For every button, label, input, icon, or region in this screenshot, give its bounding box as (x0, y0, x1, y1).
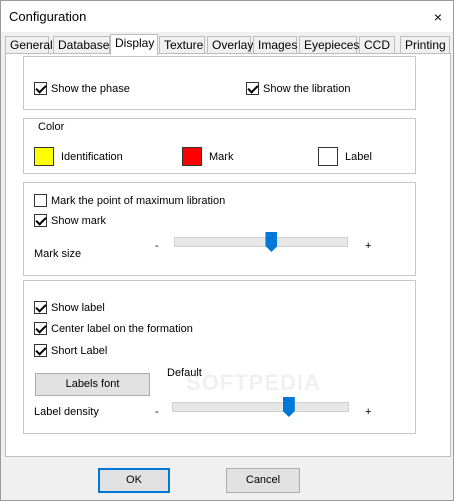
show-mark-label: Show mark (51, 214, 107, 227)
label-density-min-symbol: - (155, 406, 159, 418)
title-bar: Configuration × (1, 1, 453, 32)
mark-size-label: Mark size (34, 248, 82, 260)
tab-database[interactable]: Database (53, 36, 110, 54)
phase-group: Show the phase Show the libration (23, 56, 416, 110)
show-mark-checkbox[interactable]: Show mark (34, 214, 106, 227)
label-density-slider-thumb[interactable] (282, 397, 295, 417)
tab-printing[interactable]: Printing (400, 36, 450, 54)
show-phase-checkbox[interactable]: Show the phase (34, 82, 130, 95)
show-libration-check-icon[interactable] (246, 82, 259, 95)
short-label-checkbox[interactable]: Short Label (34, 344, 107, 357)
mark-size-slider-track[interactable] (174, 237, 348, 247)
mark-size-max-symbol: + (365, 240, 372, 252)
identification-label: Identification (61, 151, 123, 163)
identification-color-swatch[interactable] (34, 147, 54, 166)
max-libration-check-icon[interactable] (34, 194, 47, 207)
tab-general[interactable]: General (5, 36, 53, 54)
window-title: Configuration (9, 9, 87, 24)
mark-color-label: Mark (209, 151, 234, 163)
show-libration-checkbox[interactable]: Show the libration (246, 82, 350, 95)
label-color-label: Label (345, 151, 372, 163)
tab-images[interactable]: Images (253, 36, 297, 54)
softpedia-watermark: SOFTPEDIA (186, 370, 321, 395)
cancel-button[interactable]: Cancel (226, 468, 300, 493)
label-density-max-symbol: + (365, 406, 372, 418)
color-group: Color Identification Mark Label (23, 118, 416, 174)
close-icon[interactable]: × (423, 1, 453, 32)
tab-eyepieces[interactable]: Eyepieces (299, 36, 359, 54)
show-label-check-icon[interactable] (34, 301, 47, 314)
configuration-window: Configuration × General Database Display… (0, 0, 454, 501)
center-label-label: Center label on the formation (51, 322, 193, 335)
mark-size-slider-thumb[interactable] (265, 232, 278, 252)
label-group: Show label Center label on the formation… (23, 280, 416, 434)
center-label-checkbox[interactable]: Center label on the formation (34, 322, 193, 335)
show-phase-check-icon[interactable] (34, 82, 47, 95)
label-density-label: Label density (34, 406, 99, 418)
tab-display[interactable]: Display (110, 34, 158, 55)
labels-font-button[interactable]: Labels font (35, 373, 150, 396)
show-phase-label: Show the phase (51, 82, 130, 95)
show-libration-label: Show the libration (263, 82, 351, 95)
mark-color-swatch[interactable] (182, 147, 202, 166)
tab-texture[interactable]: Texture (159, 36, 205, 54)
tab-ccd[interactable]: CCD (359, 36, 395, 54)
mark-size-min-symbol: - (155, 240, 159, 252)
max-libration-checkbox[interactable]: Mark the point of maximum libration (34, 194, 225, 207)
display-tab-panel: Show the phase Show the libration Color … (5, 53, 451, 457)
short-label-check-icon[interactable] (34, 344, 47, 357)
color-group-title: Color (38, 121, 65, 133)
short-label-label: Short Label (51, 344, 108, 357)
mark-group: Mark the point of maximum libration Show… (23, 182, 416, 276)
tab-overlay[interactable]: Overlay (207, 36, 253, 54)
label-density-slider-track[interactable] (172, 402, 349, 412)
center-label-check-icon[interactable] (34, 322, 47, 335)
label-color-swatch[interactable] (318, 147, 338, 166)
ok-button[interactable]: OK (98, 468, 170, 493)
tab-strip: General Database Display Texture Overlay… (5, 34, 451, 55)
show-mark-check-icon[interactable] (34, 214, 47, 227)
show-label-checkbox[interactable]: Show label (34, 301, 105, 314)
max-libration-label: Mark the point of maximum libration (51, 194, 226, 207)
show-label-label: Show label (51, 301, 105, 314)
